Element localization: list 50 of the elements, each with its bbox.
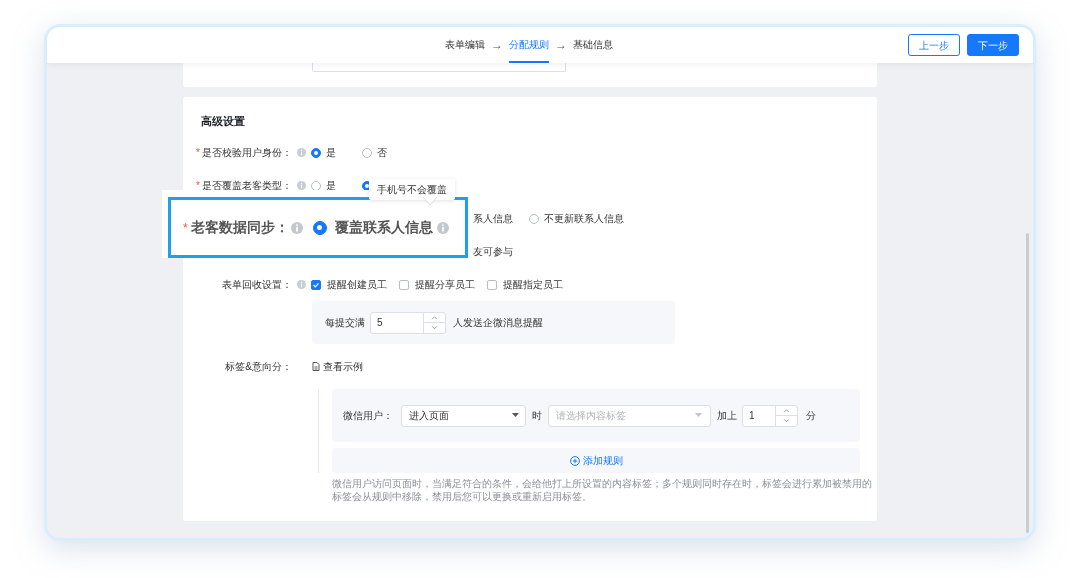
field-label: 标签&意向分：	[225, 360, 292, 374]
step-tab[interactable]: 表单编辑	[445, 27, 485, 63]
checkbox[interactable]	[311, 279, 321, 290]
option-label: 友可参与	[473, 245, 513, 259]
option-label: 不更新联系人信息	[544, 212, 624, 226]
step-button[interactable]: 上一步	[908, 34, 960, 56]
field-label: 是否覆盖老客类型：	[202, 179, 292, 193]
threshold-label: 每提交满	[325, 316, 365, 330]
add-rule-button[interactable]: 添加规则	[332, 448, 860, 473]
event-select[interactable]: 进入页面	[401, 404, 526, 427]
radio-button[interactable]	[311, 147, 321, 158]
option-label: 覆盖联系人信息	[334, 218, 433, 237]
checkbox-label: 提醒指定员工	[503, 278, 563, 292]
option-label: 是	[326, 179, 336, 193]
rule-label: 分	[806, 409, 816, 423]
required-mark: *	[196, 179, 200, 193]
caret-down-icon	[695, 413, 702, 418]
rule-label: 时	[532, 409, 542, 423]
input-field[interactable]	[312, 63, 566, 72]
field-label: 表单回收设置：	[222, 278, 292, 292]
field-label: 是否校验用户身份：	[202, 146, 292, 160]
option-label: 系人信息	[473, 212, 513, 226]
rule-label: 加上	[717, 409, 737, 423]
radio-button[interactable]	[312, 220, 327, 235]
radio-button[interactable]	[362, 147, 372, 158]
rule-label: 微信用户：	[343, 409, 393, 423]
option-label: 是	[326, 146, 336, 160]
required-mark: *	[183, 219, 188, 237]
required-mark: *	[196, 146, 200, 160]
radio-button[interactable]	[529, 213, 539, 224]
document-icon	[312, 362, 320, 371]
arrow-glyph: →	[491, 37, 503, 54]
arrow-glyph: →	[555, 37, 567, 54]
scrollbar[interactable]	[1026, 233, 1029, 533]
section-title: 高级设置	[201, 114, 246, 129]
number-input[interactable]: 5	[370, 311, 446, 334]
plus-circle-icon	[569, 455, 580, 466]
checkbox[interactable]	[487, 279, 497, 290]
checkbox[interactable]	[399, 279, 409, 290]
help-text: 微信用户访问页面时，当满足符合的条件，会给他打上所设置的内容标签；多个规则同时存在时，标签会进行累加被禁用的标签会从规则中移除，禁用后您可以更换或重新启用标签。	[332, 477, 873, 503]
checkbox-label: 提醒创建员工	[327, 278, 387, 292]
number-input[interactable]: 1	[742, 404, 798, 427]
option-label: 否	[377, 146, 387, 160]
step-tab[interactable]: 基础信息	[573, 27, 613, 63]
caret-down-icon	[512, 413, 519, 418]
example-link[interactable]: 查看示例	[312, 359, 363, 374]
threshold-label: 人发送企微消息提醒	[453, 316, 543, 330]
checkbox-label: 提醒分享员工	[415, 278, 475, 292]
step-button[interactable]: 下一步	[967, 34, 1019, 56]
field-label: 老客数据同步：	[190, 218, 289, 237]
